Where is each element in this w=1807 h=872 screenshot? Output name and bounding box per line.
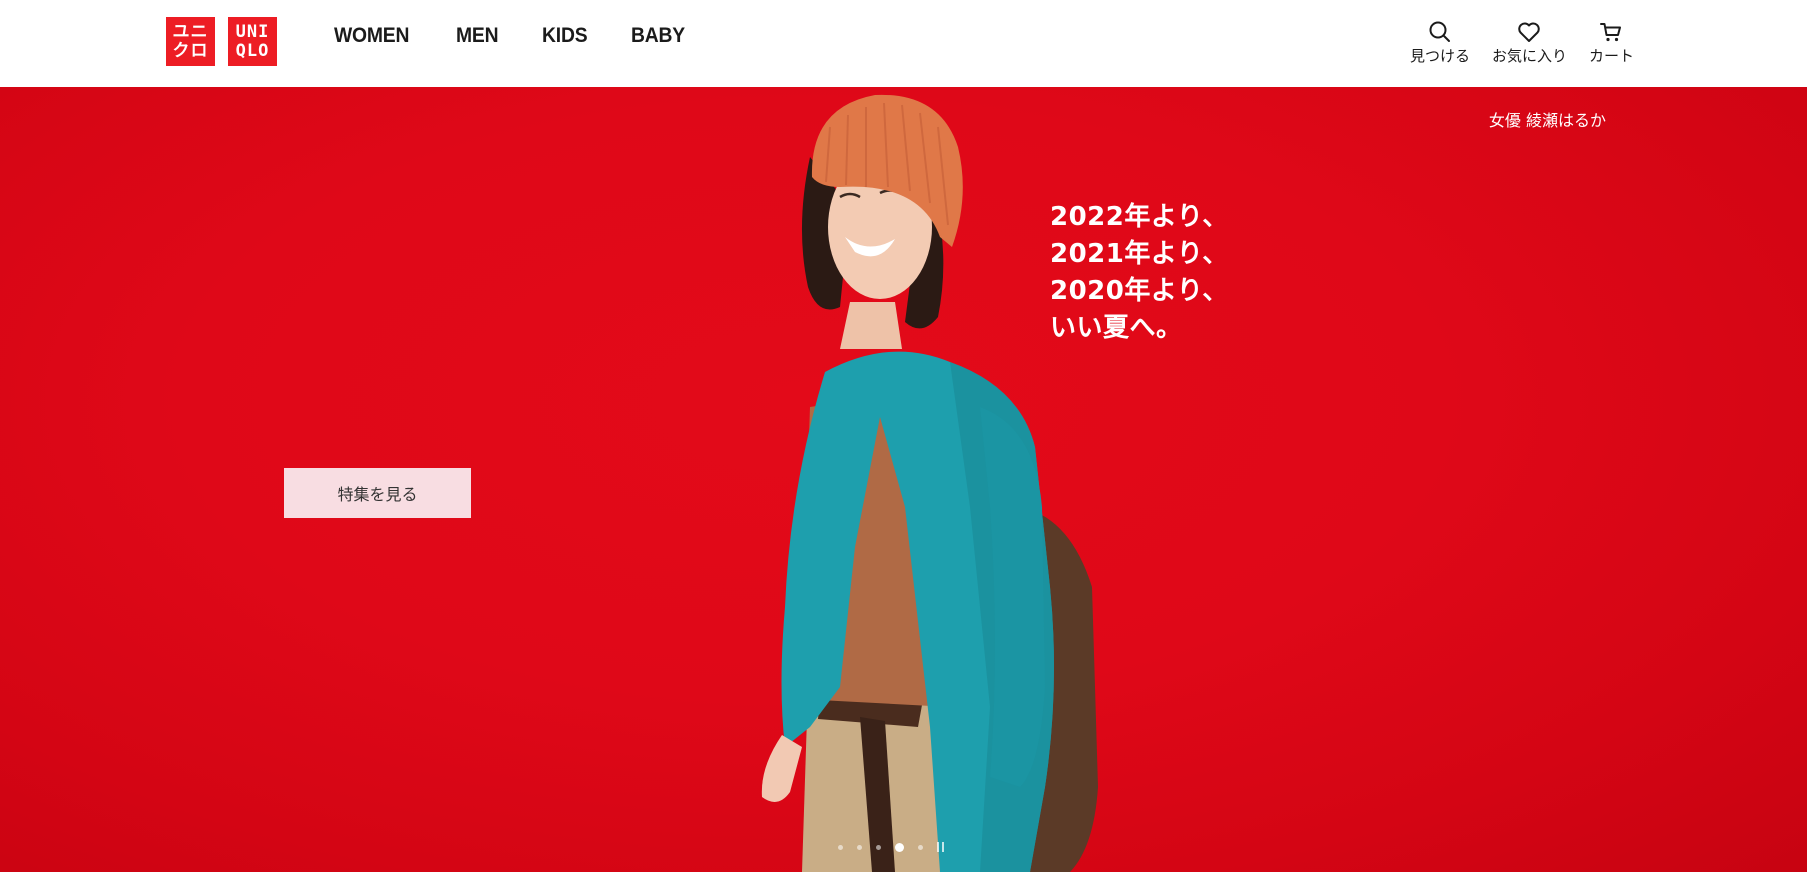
heart-icon bbox=[1518, 22, 1541, 42]
header-utilities: 見つける お気に入り カート bbox=[1410, 19, 1634, 66]
logo-latin-line-1: UNI bbox=[235, 21, 270, 42]
nav-kids[interactable]: KIDS bbox=[542, 24, 588, 48]
hero-headline: 2022年より、 2021年より、 2020年より、 いい夏へ。 bbox=[1050, 199, 1229, 347]
logo-katakana-line-1: ユニ bbox=[172, 21, 209, 42]
search-button[interactable]: 見つける bbox=[1410, 19, 1470, 66]
model-credit: 女優 綾瀬はるか bbox=[1488, 111, 1606, 130]
headline-line-2: 2021年より、 bbox=[1050, 239, 1229, 269]
carousel-dot-2[interactable] bbox=[857, 844, 862, 850]
logo-katakana-tile: ユニ クロ bbox=[166, 17, 215, 66]
site-header: ユニ クロ UNI QLO WOMEN MEN KIDS BABY 見つける お… bbox=[0, 0, 1807, 87]
carousel-dot-1[interactable] bbox=[838, 844, 843, 850]
pause-icon[interactable] bbox=[937, 842, 947, 852]
cart-label: カート bbox=[1588, 47, 1634, 65]
logo-katakana-line-2: クロ bbox=[172, 40, 209, 61]
carousel-dot-3[interactable] bbox=[876, 844, 881, 850]
headline-line-4: いい夏へ。 bbox=[1050, 313, 1183, 343]
nav-baby[interactable]: BABY bbox=[631, 24, 685, 48]
headline-line-1: 2022年より、 bbox=[1050, 202, 1229, 232]
nav-men[interactable]: MEN bbox=[456, 24, 499, 48]
logo-latin-line-2: QLO bbox=[235, 40, 270, 61]
uniqlo-logo[interactable]: ユニ クロ UNI QLO bbox=[166, 17, 277, 66]
nav-women[interactable]: WOMEN bbox=[334, 24, 409, 48]
search-icon bbox=[1429, 21, 1450, 42]
carousel-dot-5[interactable] bbox=[918, 844, 923, 850]
logo-latin-tile: UNI QLO bbox=[228, 17, 277, 66]
carousel-dot-4-active[interactable] bbox=[895, 842, 904, 852]
carousel-indicators bbox=[838, 842, 947, 852]
main-nav: WOMEN MEN KIDS BABY bbox=[334, 24, 690, 48]
headline-line-3: 2020年より、 bbox=[1050, 276, 1229, 306]
favorites-button[interactable]: お気に入り bbox=[1492, 19, 1567, 66]
hero-banner[interactable]: 女優 綾瀬はるか 2022年より、 2021年より、 2020年より、 いい夏へ… bbox=[0, 87, 1807, 872]
cart-icon bbox=[1600, 23, 1622, 42]
cart-button[interactable]: カート bbox=[1589, 19, 1634, 66]
view-feature-button[interactable]: 特集を見る bbox=[284, 468, 471, 518]
search-label: 見つける bbox=[1409, 47, 1470, 65]
favorites-label: お気に入り bbox=[1491, 47, 1567, 65]
